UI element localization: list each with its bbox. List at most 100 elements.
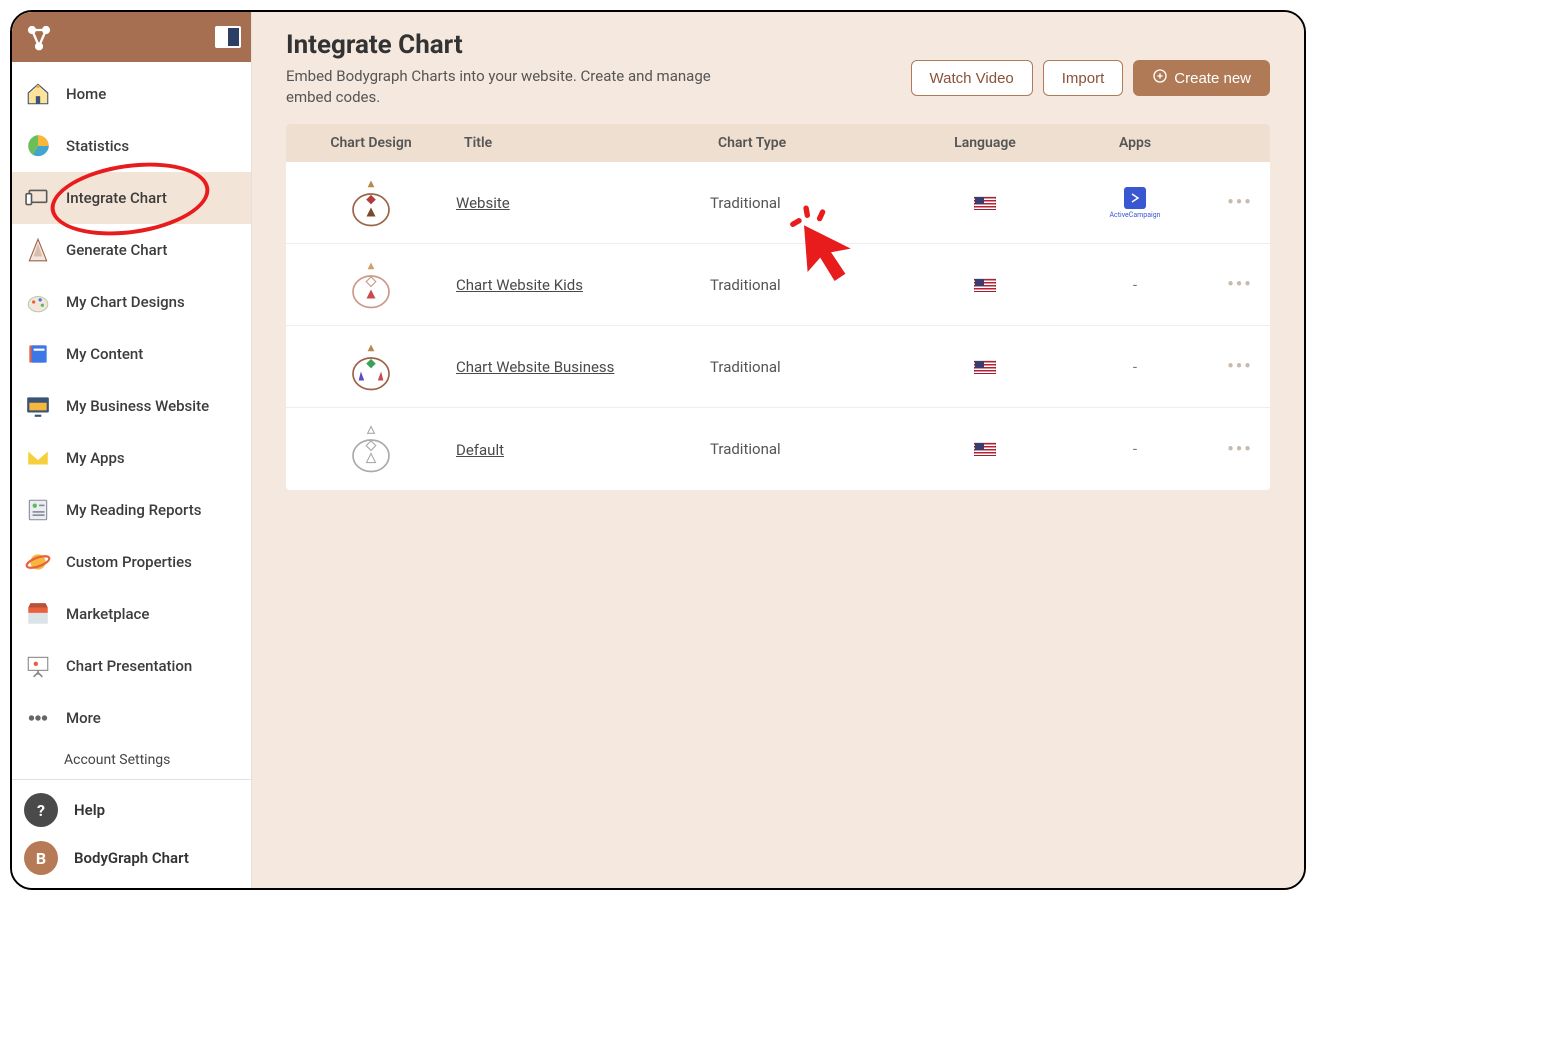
cell-design xyxy=(286,340,456,394)
footer-item-help[interactable]: ? Help xyxy=(12,786,251,834)
table-row: Default Traditional - ••• xyxy=(286,408,1270,490)
mail-icon xyxy=(24,444,52,472)
sidebar-footer: ? Help B BodyGraph Chart xyxy=(12,779,251,888)
main-content: Integrate Chart Embed Bodygraph Charts i… xyxy=(252,12,1304,888)
sidebar-item-label: Marketplace xyxy=(66,605,149,623)
cell-type: Traditional xyxy=(710,440,910,458)
cell-apps: - xyxy=(1060,358,1210,376)
cell-language xyxy=(910,278,1060,292)
sidebar-item-label: Home xyxy=(66,85,106,103)
table-header: Chart Design Title Chart Type Language A… xyxy=(286,124,1270,162)
sidebar-item-label: My Apps xyxy=(66,449,125,467)
app-badge-activecampaign: ActiveCampaign xyxy=(1109,187,1160,219)
sidebar-item-home[interactable]: Home xyxy=(12,68,251,120)
table-row: Chart Website Kids Traditional - ••• xyxy=(286,244,1270,326)
sidebar-item-marketplace[interactable]: Marketplace xyxy=(12,588,251,640)
sidebar-item-label: Integrate Chart xyxy=(66,189,167,207)
col-language: Language xyxy=(910,135,1060,151)
app-label: ActiveCampaign xyxy=(1109,211,1160,219)
app-window: Home Statistics Integrate Chart Generate… xyxy=(10,10,1306,890)
header-actions: Watch Video Import Create new xyxy=(911,60,1270,96)
sidebar-item-my-reading-reports[interactable]: My Reading Reports xyxy=(12,484,251,536)
sidebar-header xyxy=(12,12,251,62)
button-label: Watch Video xyxy=(930,70,1014,87)
col-title: Title xyxy=(456,135,710,151)
palette-icon xyxy=(24,288,52,316)
sidebar-subitem-label: Account Settings xyxy=(64,752,170,768)
footer-item-account[interactable]: B BodyGraph Chart xyxy=(12,834,251,882)
chart-thumbnail-icon xyxy=(347,422,395,476)
sidebar-item-chart-presentation[interactable]: Chart Presentation xyxy=(12,640,251,692)
sidebar-item-label: My Content xyxy=(66,345,143,363)
page-title: Integrate Chart xyxy=(286,30,716,60)
report-icon xyxy=(24,496,52,524)
sidebar-item-statistics[interactable]: Statistics xyxy=(12,120,251,172)
cell-title: Default xyxy=(456,440,710,459)
more-dots-icon xyxy=(24,704,52,732)
chart-title-link[interactable]: Chart Website Kids xyxy=(456,276,583,294)
pie-chart-icon xyxy=(24,132,52,160)
sidebar-item-label: Statistics xyxy=(66,137,129,155)
sidebar-item-my-business-website[interactable]: My Business Website xyxy=(12,380,251,432)
sidebar-item-my-content[interactable]: My Content xyxy=(12,328,251,380)
home-icon xyxy=(24,80,52,108)
cell-title: Chart Website Business xyxy=(456,357,710,376)
sidebar-item-label: Custom Properties xyxy=(66,553,192,571)
sidebar-item-more[interactable]: More xyxy=(12,692,251,744)
cell-type: Traditional xyxy=(710,276,910,294)
cell-title: Chart Website Kids xyxy=(456,275,710,294)
cell-apps: ActiveCampaign xyxy=(1060,187,1210,219)
sidebar-item-generate-chart[interactable]: Generate Chart xyxy=(12,224,251,276)
cell-title: Website xyxy=(456,193,710,212)
chart-title-link[interactable]: Default xyxy=(456,441,504,459)
sidebar-item-label: Generate Chart xyxy=(66,241,167,259)
dots-icon: ••• xyxy=(1227,274,1252,295)
sidebar-item-label: My Business Website xyxy=(66,397,209,415)
table-row: Chart Website Business Traditional - ••• xyxy=(286,326,1270,408)
row-menu-button[interactable]: ••• xyxy=(1210,192,1270,213)
sidebar-item-custom-properties[interactable]: Custom Properties xyxy=(12,536,251,588)
cell-type: Traditional xyxy=(710,358,910,376)
row-menu-button[interactable]: ••• xyxy=(1210,439,1270,460)
book-icon xyxy=(24,340,52,368)
row-menu-button[interactable]: ••• xyxy=(1210,274,1270,295)
browser-icon xyxy=(24,392,52,420)
chart-title-link[interactable]: Chart Website Business xyxy=(456,358,614,376)
row-menu-button[interactable]: ••• xyxy=(1210,356,1270,377)
cell-design xyxy=(286,258,456,312)
sidebar-item-label: My Chart Designs xyxy=(66,293,185,311)
sidebar: Home Statistics Integrate Chart Generate… xyxy=(12,12,252,888)
chart-thumbnail-icon xyxy=(347,258,395,312)
sidebar-item-integrate-chart[interactable]: Integrate Chart xyxy=(12,172,251,224)
sidebar-nav: Home Statistics Integrate Chart Generate… xyxy=(12,62,251,779)
cell-type: Traditional xyxy=(710,194,910,212)
cell-design xyxy=(286,422,456,476)
presentation-icon xyxy=(24,652,52,680)
button-label: Import xyxy=(1062,70,1105,87)
cell-language xyxy=(910,360,1060,374)
page-description: Embed Bodygraph Charts into your website… xyxy=(286,66,716,108)
table-row: Website Traditional ActiveCampaign ••• xyxy=(286,162,1270,244)
watch-video-button[interactable]: Watch Video xyxy=(911,60,1033,96)
create-new-button[interactable]: Create new xyxy=(1133,60,1270,96)
col-design: Chart Design xyxy=(286,135,456,151)
sidebar-item-label: My Reading Reports xyxy=(66,501,201,519)
page-header: Integrate Chart Embed Bodygraph Charts i… xyxy=(286,30,1270,108)
cell-language xyxy=(910,442,1060,456)
col-apps: Apps xyxy=(1060,135,1210,151)
device-icon xyxy=(24,184,52,212)
sidebar-collapse-toggle[interactable] xyxy=(215,26,241,48)
cell-apps: - xyxy=(1060,440,1210,458)
sidebar-item-label: Chart Presentation xyxy=(66,657,192,675)
sidebar-item-my-chart-designs[interactable]: My Chart Designs xyxy=(12,276,251,328)
app-logo-icon xyxy=(22,20,56,54)
sidebar-subitem-account-settings[interactable]: Account Settings xyxy=(12,744,251,776)
us-flag-icon xyxy=(974,278,996,292)
dots-icon: ••• xyxy=(1227,439,1252,460)
cell-design xyxy=(286,176,456,230)
plus-circle-icon xyxy=(1152,68,1168,88)
chart-title-link[interactable]: Website xyxy=(456,194,510,212)
import-button[interactable]: Import xyxy=(1043,60,1124,96)
sidebar-item-my-apps[interactable]: My Apps xyxy=(12,432,251,484)
planet-icon xyxy=(24,548,52,576)
